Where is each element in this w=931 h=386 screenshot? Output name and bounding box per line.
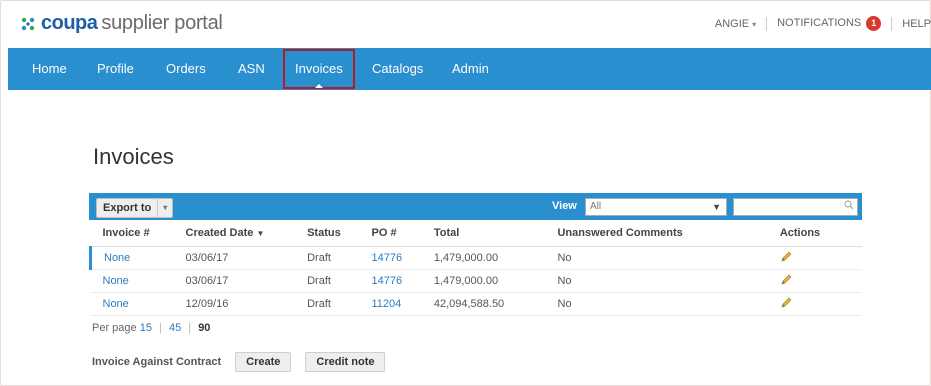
export-button[interactable]: Export to ▾ [96, 198, 174, 218]
user-menu[interactable]: ANGIE ▾ [715, 18, 756, 30]
per-page-selector: Per page 15 | 45 | 90 [92, 322, 210, 334]
divider [891, 16, 893, 31]
invoice-number: None [104, 252, 131, 264]
portal-name: supplier portal [101, 12, 223, 34]
edit-pencil-icon[interactable] [780, 251, 792, 263]
nav-item-asn[interactable]: ASN [238, 48, 265, 90]
unanswered-comments: No [556, 269, 779, 293]
table-row: None 12/09/16 Draft 11204 42,094,588.50 … [90, 292, 862, 316]
status: Draft [306, 269, 371, 293]
invoice-number-link[interactable]: None [90, 269, 185, 293]
col-total[interactable]: Total [432, 220, 557, 247]
chevron-down-icon[interactable]: ▾ [157, 199, 172, 217]
notification-count-badge: 1 [866, 16, 882, 31]
main-nav: Home Profile Orders ASN Invoices Catalog… [8, 48, 931, 90]
created-date: 03/06/17 [184, 246, 307, 270]
invoice-number-link[interactable]: None [90, 292, 185, 316]
view-select[interactable]: All ▼ [585, 198, 727, 216]
edit-pencil-icon[interactable] [780, 297, 792, 309]
po-number: 11204 [371, 298, 402, 310]
divider [766, 16, 768, 31]
status: Draft [306, 292, 371, 316]
invoices-panel: Export to ▾ View All ▼ Invoice # Created… [88, 193, 862, 316]
search-icon[interactable] [844, 200, 854, 210]
divider: | [188, 322, 192, 334]
total: 1,479,000.00 [432, 269, 557, 293]
chevron-down-icon: ▾ [752, 19, 757, 29]
chevron-down-icon: ▼ [712, 202, 721, 212]
col-unanswered-comments[interactable]: Unanswered Comments [556, 220, 779, 247]
status: Draft [306, 246, 371, 270]
total: 42,094,588.50 [432, 292, 557, 316]
actions-cell [778, 292, 862, 316]
per-page-label: Per page [92, 322, 137, 334]
actions-cell [778, 269, 862, 293]
view-select-value: All [590, 201, 602, 212]
col-actions: Actions [778, 220, 862, 247]
actions-cell [778, 246, 862, 270]
nav-item-admin[interactable]: Admin [452, 48, 489, 90]
search-input[interactable] [733, 198, 858, 216]
export-label: Export to [103, 202, 152, 214]
po-number: 14776 [371, 252, 403, 264]
notifications-label: NOTIFICATIONS [777, 17, 862, 29]
header: coupa supplier portal ANGIE ▾ NOTIFICATIO… [8, 0, 931, 48]
invoices-table: Invoice # Created Date ▼ Status PO # Tot… [88, 220, 862, 316]
table-row: None 03/06/17 Draft 14776 1,479,000.00 N… [88, 246, 862, 270]
table-toolbar: Export to ▾ View All ▼ [89, 193, 862, 220]
unanswered-comments: No [556, 292, 779, 316]
coupa-logo-icon [21, 17, 35, 30]
credit-note-button[interactable]: Credit note [305, 352, 386, 372]
per-page-option-45[interactable]: 45 [169, 322, 181, 334]
nav-item-profile[interactable]: Profile [97, 48, 134, 90]
invoice-number-link[interactable]: None [88, 246, 185, 270]
po-number-link[interactable]: 14776 [370, 269, 433, 293]
invoice-number: None [102, 275, 129, 287]
sort-desc-icon: ▼ [256, 229, 265, 238]
edit-pencil-icon[interactable] [780, 274, 792, 286]
notifications-link[interactable]: NOTIFICATIONS 1 [777, 16, 882, 31]
per-page-option-90: 90 [198, 322, 211, 334]
table-row: None 03/06/17 Draft 14776 1,479,000.00 N… [90, 269, 862, 293]
create-button[interactable]: Create [235, 352, 292, 372]
invoice-against-contract: Invoice Against Contract Create Credit n… [92, 352, 386, 372]
invoice-against-contract-label: Invoice Against Contract [92, 356, 222, 368]
table-header-row: Invoice # Created Date ▼ Status PO # Tot… [90, 220, 862, 247]
nav-item-catalogs[interactable]: Catalogs [372, 48, 423, 90]
unanswered-comments: No [556, 246, 779, 270]
created-date: 03/06/17 [184, 269, 307, 293]
col-created-date-label: Created Date [185, 227, 254, 239]
total: 1,479,000.00 [432, 246, 557, 270]
col-po-number[interactable]: PO # [370, 220, 433, 247]
nav-item-home[interactable]: Home [32, 48, 67, 90]
invoice-number: None [102, 298, 129, 310]
user-name: ANGIE [714, 17, 750, 30]
coupa-logo[interactable]: coupa supplier portal [18, 12, 223, 35]
per-page-option-15[interactable]: 15 [140, 322, 152, 334]
col-created-date[interactable]: Created Date ▼ [184, 220, 307, 247]
created-date: 12/09/16 [184, 292, 307, 316]
col-invoice-number[interactable]: Invoice # [90, 220, 185, 247]
nav-item-invoices[interactable]: Invoices [283, 49, 355, 89]
col-status[interactable]: Status [306, 220, 371, 247]
user-area: ANGIE ▾ NOTIFICATIONS 1 HELP [715, 16, 931, 31]
help-link[interactable]: HELP [902, 18, 931, 30]
page-title: Invoices [93, 144, 174, 169]
po-number-link[interactable]: 14776 [370, 246, 433, 270]
brand-name: coupa [41, 12, 98, 34]
view-label: View [552, 200, 577, 212]
po-number-link[interactable]: 11204 [370, 292, 433, 316]
po-number: 14776 [371, 275, 403, 287]
divider: | [159, 322, 162, 334]
nav-item-orders[interactable]: Orders [166, 48, 206, 90]
